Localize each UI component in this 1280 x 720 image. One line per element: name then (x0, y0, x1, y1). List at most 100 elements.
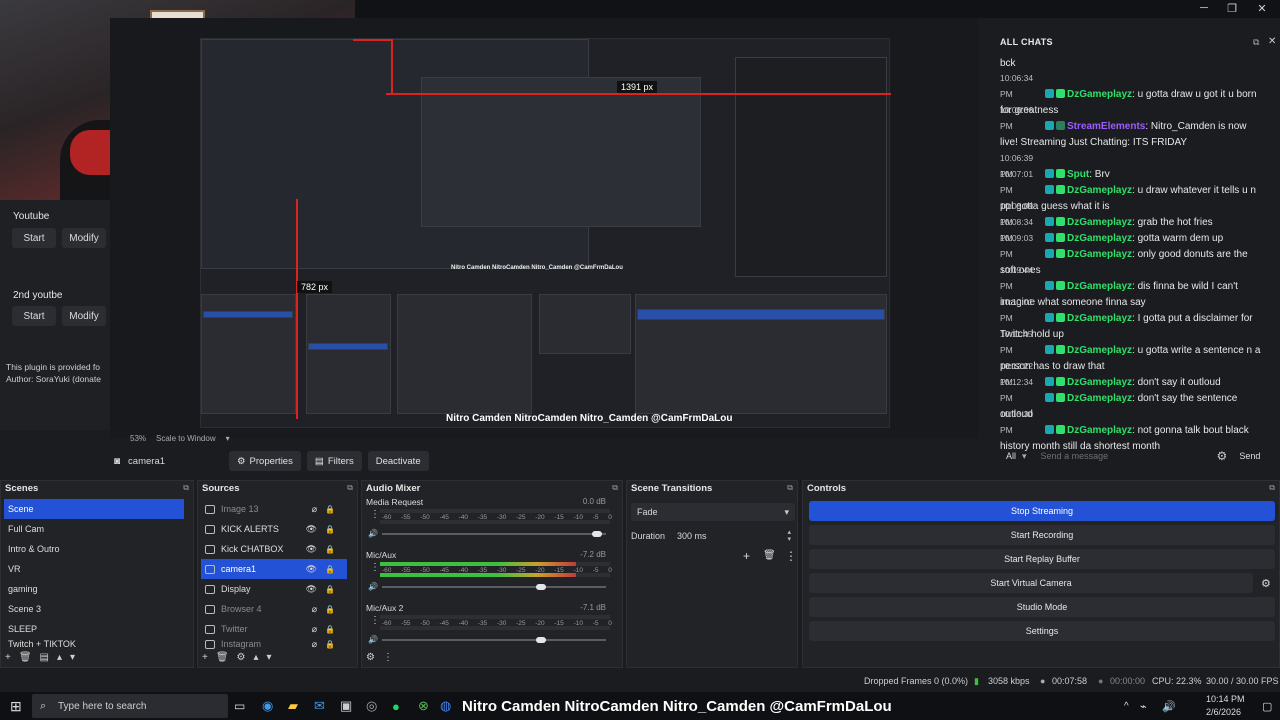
chat-username[interactable]: DzGameplayz (1067, 425, 1132, 436)
undock-icon[interactable]: ⧉ (183, 483, 189, 493)
source-item[interactable]: Twitter ⌀ 🔒 (201, 619, 347, 639)
menu-dots-icon[interactable]: ⋮ (785, 549, 797, 563)
eye-icon[interactable]: 👁 (306, 544, 317, 555)
taskbar-search[interactable]: ⌕ Type here to search (32, 694, 228, 718)
chevron-up-icon[interactable]: ▴ (57, 652, 62, 663)
xbox-icon[interactable]: ⊗ (418, 692, 429, 720)
chat-username[interactable]: DzGameplayz (1067, 393, 1132, 404)
undock-icon[interactable]: ⧉ (1253, 37, 1259, 48)
scene-item[interactable]: Scene (4, 499, 184, 519)
lock-icon[interactable]: 🔒 (325, 640, 335, 649)
volume-slider[interactable] (382, 637, 606, 643)
transition-type-select[interactable]: Fade ▾ (631, 503, 795, 521)
chevron-down-icon[interactable]: ▾ (267, 652, 272, 663)
lock-icon[interactable]: 🔒 (325, 565, 335, 574)
source-item[interactable]: Instagram ⌀ 🔒 (201, 639, 347, 649)
control-button-stop-streaming[interactable]: Stop Streaming (809, 501, 1275, 521)
lock-icon[interactable]: 🔒 (325, 525, 335, 534)
network-icon[interactable]: ⌁ (1140, 692, 1147, 720)
control-button-studio-mode[interactable]: Studio Mode (809, 597, 1275, 617)
volume-slider-knob[interactable] (536, 584, 547, 590)
speaker-icon[interactable]: 🔊 (368, 582, 378, 591)
scene-item[interactable]: gaming (4, 579, 184, 599)
maximize-icon[interactable]: ❐ (1222, 2, 1242, 15)
minimize-icon[interactable]: ─ (1194, 2, 1214, 14)
settings-gear-icon[interactable]: ⚙ (1217, 449, 1228, 463)
scene-item[interactable]: Scene 3 (4, 599, 184, 619)
volume-slider[interactable] (382, 584, 606, 590)
chevron-down-icon[interactable]: ▾ (1022, 451, 1027, 462)
source-item[interactable]: camera1 👁 🔒 (201, 559, 347, 579)
eye-hidden-icon[interactable]: ⌀ (312, 604, 317, 615)
filters-button[interactable]: ▤ Filters (306, 451, 362, 471)
chrome-icon[interactable]: ◍ (440, 692, 451, 720)
folder-icon[interactable]: ▰ (288, 692, 298, 720)
chat-filter-select[interactable]: All (1000, 451, 1022, 461)
scale-mode[interactable]: Scale to Window (156, 434, 216, 443)
chat-username[interactable]: DzGameplayz (1067, 89, 1132, 100)
scene-item[interactable]: VR (4, 559, 184, 579)
scene-item[interactable]: Twitch + TIKTOK (4, 639, 184, 649)
trash-icon[interactable]: 🗑 (19, 652, 32, 663)
notification-icon[interactable]: ▢ (1262, 692, 1272, 720)
chat-username[interactable]: DzGameplayz (1067, 249, 1132, 260)
chat-username[interactable]: DzGameplayz (1067, 281, 1132, 292)
add-icon[interactable]: + (743, 549, 750, 563)
chevron-down-icon[interactable]: ▾ (70, 652, 75, 663)
control-button-start-virtual-camera[interactable]: Start Virtual Camera (809, 573, 1253, 593)
control-button-settings[interactable]: Settings (809, 621, 1275, 641)
eye-hidden-icon[interactable]: ⌀ (312, 624, 317, 635)
eye-hidden-icon[interactable]: ⌀ (312, 504, 317, 515)
obs-icon[interactable]: ◎ (366, 692, 377, 720)
youtube-start-button[interactable]: Start (12, 228, 56, 248)
chat-username[interactable]: DzGameplayz (1067, 313, 1132, 324)
chat-username[interactable]: StreamElements (1067, 121, 1145, 132)
source-item[interactable]: Browser 4 ⌀ 🔒 (201, 599, 347, 619)
control-button-start-replay-buffer[interactable]: Start Replay Buffer (809, 549, 1275, 569)
task-view-icon[interactable]: ▭ (234, 692, 245, 720)
gear-icon[interactable]: ⚙ (237, 652, 246, 663)
properties-button[interactable]: ⚙ Properties (229, 451, 301, 471)
chat-message-input[interactable]: Send a message (1041, 451, 1211, 461)
eye-icon[interactable]: 👁 (306, 584, 317, 595)
control-button-start-recording[interactable]: Start Recording (809, 525, 1275, 545)
scene-item[interactable]: Full Cam (4, 519, 184, 539)
lock-icon[interactable]: 🔒 (325, 625, 335, 634)
lock-icon[interactable]: 🔒 (325, 585, 335, 594)
undock-icon[interactable]: ⧉ (612, 483, 618, 493)
close-icon[interactable]: ✕ (1252, 2, 1272, 15)
lock-icon[interactable]: 🔒 (325, 505, 335, 514)
store-icon[interactable]: ▣ (340, 692, 352, 720)
trash-icon[interactable]: 🗑 (763, 550, 776, 561)
menu-dots-icon[interactable]: ⋮ (370, 509, 380, 520)
windows-start-icon[interactable]: ⊞ (10, 692, 22, 720)
chevron-up-icon[interactable]: ▴ (254, 652, 259, 663)
chat-username[interactable]: DzGameplayz (1067, 185, 1132, 196)
menu-dots-icon[interactable]: ⋮ (383, 652, 393, 663)
tray-chevron-icon[interactable]: ^ (1124, 692, 1129, 720)
menu-dots-icon[interactable]: ⋮ (370, 562, 380, 573)
spotify-icon[interactable]: ● (392, 692, 400, 720)
volume-slider-knob[interactable] (591, 531, 602, 537)
add-icon[interactable]: + (5, 652, 11, 663)
edge-icon[interactable]: ◉ (262, 692, 273, 720)
virtual-camera-settings-icon[interactable]: ⚙ (1261, 577, 1271, 590)
volume-icon[interactable]: 🔊 (1162, 692, 1176, 720)
trash-icon[interactable]: 🗑 (216, 652, 229, 663)
youtube-modify-button[interactable]: Modify (62, 228, 106, 248)
source-item[interactable]: KICK ALERTS 👁 🔒 (201, 519, 347, 539)
gear-icon[interactable]: ⚙ (366, 652, 375, 663)
send-button[interactable]: Send (1239, 451, 1260, 461)
eye-hidden-icon[interactable]: ⌀ (312, 639, 317, 649)
stepper-icon[interactable]: ▴ ▾ (787, 529, 791, 543)
add-icon[interactable]: + (202, 652, 208, 663)
preview-canvas[interactable]: 1391 px 782 px Nitro Camden NitroCamden … (200, 38, 891, 428)
eye-icon[interactable]: 👁 (306, 564, 317, 575)
clock-date[interactable]: 2/6/2026 (1206, 707, 1241, 717)
close-chat-icon[interactable]: ✕ (1268, 36, 1276, 47)
plugin-author-link[interactable]: Author: SoraYuki (donate (6, 374, 106, 384)
menu-dots-icon[interactable]: ⋮ (370, 615, 380, 626)
scene-item[interactable]: Intro & Outro (4, 539, 184, 559)
filter-icon[interactable]: ▤ (40, 652, 49, 663)
undock-icon[interactable]: ⧉ (1269, 483, 1275, 493)
